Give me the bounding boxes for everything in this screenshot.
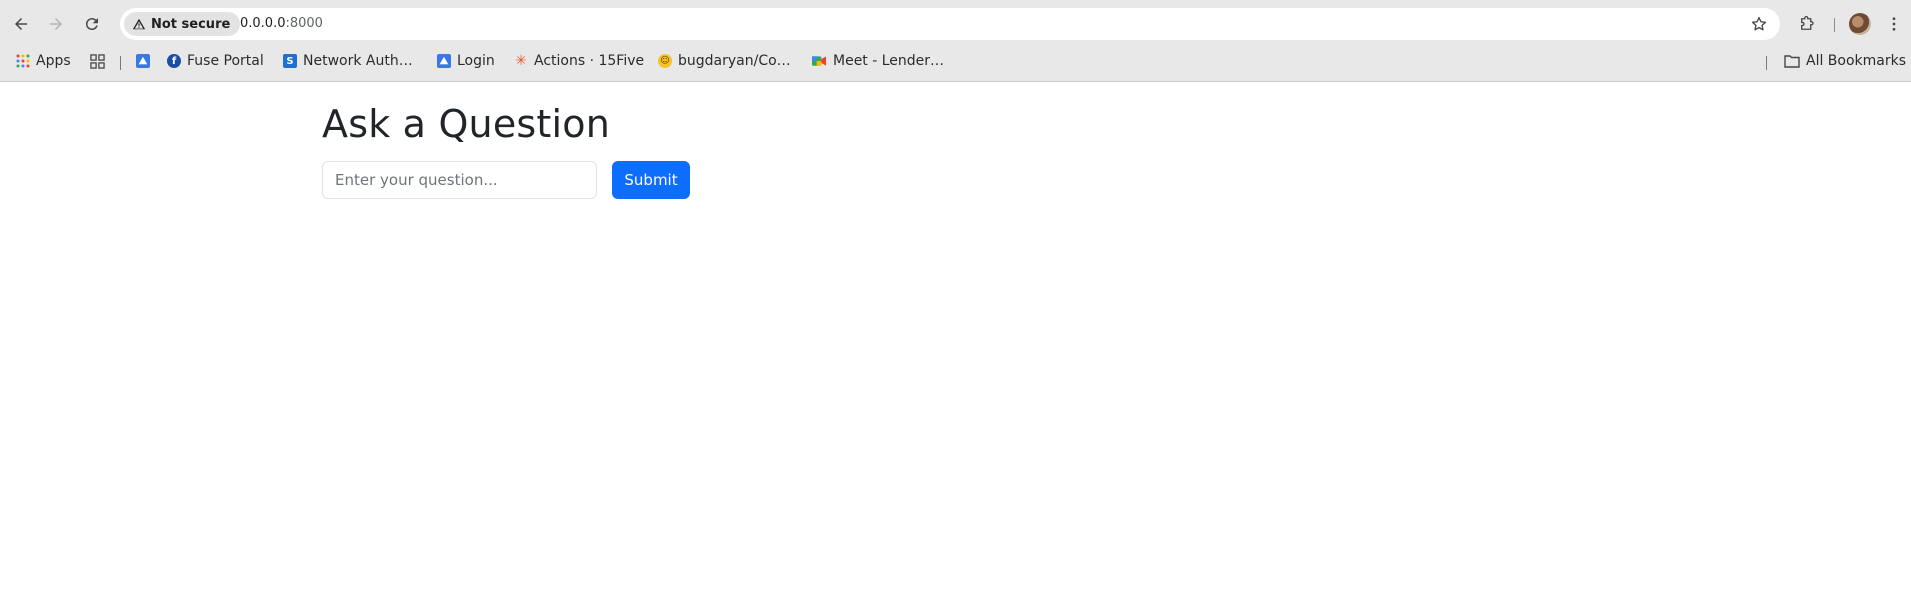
bookmark-separator [120,56,121,70]
bookmark-meet[interactable]: Meet - Lender… [812,50,944,72]
bookmark-separator [1766,56,1767,70]
bookmark-image[interactable]: ⛰ [136,50,150,72]
folder-icon [1784,55,1800,68]
bookmark-label: Meet - Lender… [833,53,945,69]
submit-button[interactable]: Submit [612,161,690,199]
browser-toolbar: Not secure 0.0.0.0:8000 [0,6,1911,42]
bookmark-label: Fuse Portal [187,53,264,69]
bookmark-label: bugdaryan/Co… [678,53,791,69]
bookmark-label: Login [457,53,495,69]
arrow-left-icon [15,18,27,30]
more-vertical-icon [1892,17,1896,31]
apps-grid-icon [16,54,30,68]
bookmark-label: Apps [36,53,71,69]
arrow-right-icon [50,18,62,30]
url-text[interactable]: 0.0.0.0:8000 [240,16,323,31]
browser-chrome: Not secure 0.0.0.0:8000 Apps ⛰ f Fuse Po… [0,0,1911,82]
bookmark-apps[interactable]: Apps [16,50,71,72]
bookmark-star-icon[interactable] [1750,15,1768,33]
bookmark-15five[interactable]: ✳ Actions · 15Five [514,50,644,72]
url-host: 0.0.0.0 [240,16,286,31]
all-bookmarks-button[interactable]: All Bookmarks [1784,50,1906,72]
reload-button[interactable] [78,10,106,38]
page-content: Ask a Question Submit [0,82,1911,609]
url-port: :8000 [285,16,323,31]
bookmarks-bar: Apps ⛰ f Fuse Portal S Network Auth… ⛰ L… [0,46,1911,74]
profile-button[interactable] [1848,12,1872,36]
reload-icon [85,18,98,31]
network-auth-icon: S [283,54,297,68]
browser-menu-button[interactable] [1882,12,1906,36]
tab-groups-icon [90,53,105,69]
bookmark-login[interactable]: ⛰ Login [437,50,495,72]
bookmark-network-auth[interactable]: S Network Auth… [283,50,413,72]
bookmark-label: Network Auth… [303,53,413,69]
google-meet-icon [812,56,827,66]
security-label: Not secure [151,16,231,32]
extensions-button[interactable] [1795,12,1819,36]
15five-icon: ✳ [515,53,527,69]
question-input[interactable] [322,161,597,199]
avatar [1849,13,1871,35]
toolbar-separator [1834,18,1835,32]
security-chip[interactable]: Not secure [124,12,241,36]
back-button[interactable] [7,10,35,38]
page-title: Ask a Question [322,102,611,146]
login-icon: ⛰ [437,54,451,68]
huggingface-icon: ☺ [658,54,672,68]
all-bookmarks-label: All Bookmarks [1806,53,1907,69]
warning-triangle-icon [132,18,146,30]
bookmark-bugdaryan[interactable]: ☺ bugdaryan/Co… [658,50,791,72]
address-bar[interactable]: Not secure 0.0.0.0:8000 [120,8,1780,40]
bookmark-fuse-portal[interactable]: f Fuse Portal [167,50,264,72]
fuse-portal-icon: f [167,54,181,68]
bookmark-tab-groups[interactable] [90,50,105,72]
bookmark-label: Actions · 15Five [534,53,645,69]
puzzle-icon [1801,15,1814,30]
image-bookmark-icon: ⛰ [136,54,150,68]
forward-button[interactable] [42,10,70,38]
